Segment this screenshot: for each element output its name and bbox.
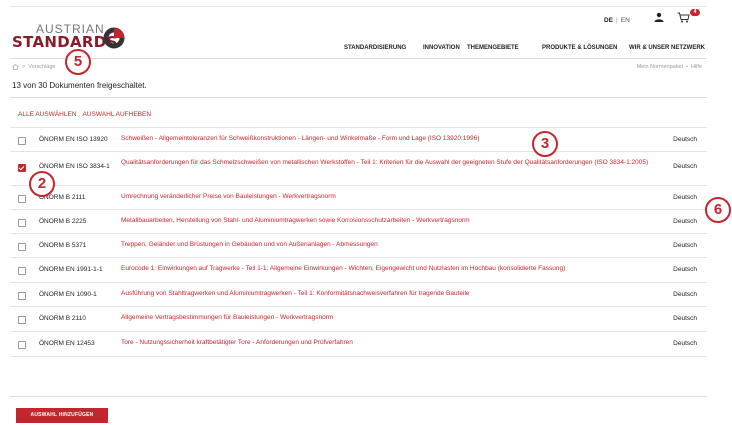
austrian-standards-logo[interactable]: AUSTRIAN STANDARDS xyxy=(12,22,125,56)
document-code: ÖNORM EN 1090-1 xyxy=(39,291,97,298)
document-language: Deutsch xyxy=(673,340,697,347)
row-checkbox[interactable] xyxy=(18,292,26,300)
logo-mark-icon xyxy=(103,27,125,49)
document-title-link[interactable]: Tore - Nutzungssicherheit kraftbetätigte… xyxy=(121,338,669,348)
document-code: ÖNORM B 2225 xyxy=(39,218,87,225)
utility-links: Mein Normenpaket • Hilfe xyxy=(636,64,702,70)
link-mein-normenpaket[interactable]: Mein Normenpaket xyxy=(637,64,683,70)
document-title-link[interactable]: Eurocode 1: Einwirkungen auf Tragwerke -… xyxy=(121,264,669,274)
lang-en[interactable]: EN xyxy=(621,17,630,24)
table-row: ÖNORM B 5371 Treppen, Geländer und Brüst… xyxy=(10,233,707,258)
cart-count-badge: 4 xyxy=(690,9,700,16)
nav-item-produkte-loesungen[interactable]: PRODUKTE & LÖSUNGEN xyxy=(542,45,629,51)
breadcrumb-separator: > xyxy=(22,64,26,70)
document-language: Deutsch xyxy=(673,266,697,273)
table-row: ÖNORM B 2110 Allgemeine Vertragsbestimmu… xyxy=(10,306,707,332)
breadcrumb-current: Vorschläge xyxy=(28,64,56,70)
document-language: Deutsch xyxy=(673,163,697,170)
document-title-link[interactable]: Treppen, Geländer und Brüstungen in Gebä… xyxy=(121,240,669,250)
cart-icon[interactable] xyxy=(677,12,690,23)
document-language: Deutsch xyxy=(673,136,697,143)
table-row: ÖNORM B 2225 Metallbauarbeiten, Herstell… xyxy=(10,209,707,234)
section-divider xyxy=(10,97,707,98)
nav-item-innovation[interactable]: INNOVATION xyxy=(423,45,467,51)
document-language: Deutsch xyxy=(673,315,697,322)
document-title-link[interactable]: Umrechnung veränderlicher Preise von Bau… xyxy=(121,192,669,202)
nav-item-standardisierung[interactable]: STANDARDISIERUNG xyxy=(344,45,423,51)
row-checkbox[interactable] xyxy=(18,341,26,349)
document-title-link[interactable]: Qualitätsanforderungen für das Schmelzsc… xyxy=(121,158,669,168)
annotation-marker: 5 xyxy=(65,49,91,75)
header-divider xyxy=(10,58,707,59)
annotation-marker: 3 xyxy=(532,131,558,157)
table-row: ÖNORM EN ISO 3834-1 Qualitätsanforderung… xyxy=(10,151,707,186)
row-checkbox[interactable] xyxy=(18,243,26,251)
logo-text-standards: STANDARDS xyxy=(12,33,118,51)
document-title-link[interactable]: Schweißen - Allgemeintoleranzen für Schw… xyxy=(121,134,669,144)
document-code: ÖNORM EN 12453 xyxy=(39,340,95,347)
lang-de[interactable]: DE xyxy=(604,17,613,24)
main-navigation: STANDARDISIERUNG INNOVATION THEMENGEBIET… xyxy=(344,45,705,51)
document-language: Deutsch xyxy=(673,291,697,298)
nav-item-themengebiete[interactable]: THEMENGEBIETE xyxy=(467,45,542,51)
bulk-actions: ALLE AUSWÄHLEN AUSWAHL AUFHEBEN xyxy=(18,111,157,118)
document-title-link[interactable]: Metallbauarbeiten, Herstellung von Stahl… xyxy=(121,216,669,226)
document-language: Deutsch xyxy=(673,242,697,249)
document-code: ÖNORM B 5371 xyxy=(39,242,87,249)
row-checkbox[interactable] xyxy=(18,219,26,227)
add-selection-button[interactable]: AUSWAHL HINZUFÜGEN xyxy=(16,408,108,423)
table-row: ÖNORM EN 12453 Tore - Nutzungssicherheit… xyxy=(10,331,707,357)
document-title-link[interactable]: Ausführung von Stahltragwerken und Alumi… xyxy=(121,289,669,299)
table-row: ÖNORM B 2111 Umrechnung veränderlicher P… xyxy=(10,185,707,210)
document-language: Deutsch xyxy=(673,218,697,225)
row-checkbox[interactable] xyxy=(18,195,26,203)
unlock-summary: 13 von 30 Dokumenten freigeschaltet. xyxy=(12,81,147,90)
home-icon[interactable] xyxy=(12,64,19,70)
footer-divider xyxy=(10,396,707,397)
row-checkbox[interactable] xyxy=(18,316,26,324)
row-checkbox[interactable] xyxy=(18,267,26,275)
clear-selection-link[interactable]: AUSWAHL AUFHEBEN xyxy=(83,111,152,118)
annotation-marker: 2 xyxy=(29,171,55,197)
table-row: ÖNORM EN 1991-1-1 Eurocode 1: Einwirkung… xyxy=(10,257,707,283)
top-border xyxy=(10,6,707,7)
link-hilfe[interactable]: Hilfe xyxy=(691,64,702,70)
nav-item-wir-unser-netzwerk[interactable]: WIR & UNSER NETZWERK xyxy=(629,45,705,51)
table-row: ÖNORM EN 1090-1 Ausführung von Stahltrag… xyxy=(10,282,707,307)
document-code: ÖNORM EN 1991-1-1 xyxy=(39,266,103,273)
breadcrumb: > Vorschläge xyxy=(12,64,55,70)
document-language: Deutsch xyxy=(673,194,697,201)
select-all-link[interactable]: ALLE AUSWÄHLEN xyxy=(18,111,77,118)
row-checkbox[interactable] xyxy=(18,137,26,145)
table-row: ÖNORM EN ISO 13920 Schweißen - Allgemein… xyxy=(10,127,707,152)
user-icon[interactable] xyxy=(654,12,664,22)
language-switcher: DE | EN xyxy=(604,17,630,24)
annotation-marker: 6 xyxy=(705,197,731,223)
document-code: ÖNORM B 2110 xyxy=(39,315,86,322)
row-checkbox[interactable] xyxy=(18,164,26,172)
document-code: ÖNORM EN ISO 13920 xyxy=(39,136,108,143)
document-title-link[interactable]: Allgemeine Vertragsbestimmungen für Baul… xyxy=(121,313,669,323)
document-code: ÖNORM EN ISO 3834-1 xyxy=(39,163,110,170)
